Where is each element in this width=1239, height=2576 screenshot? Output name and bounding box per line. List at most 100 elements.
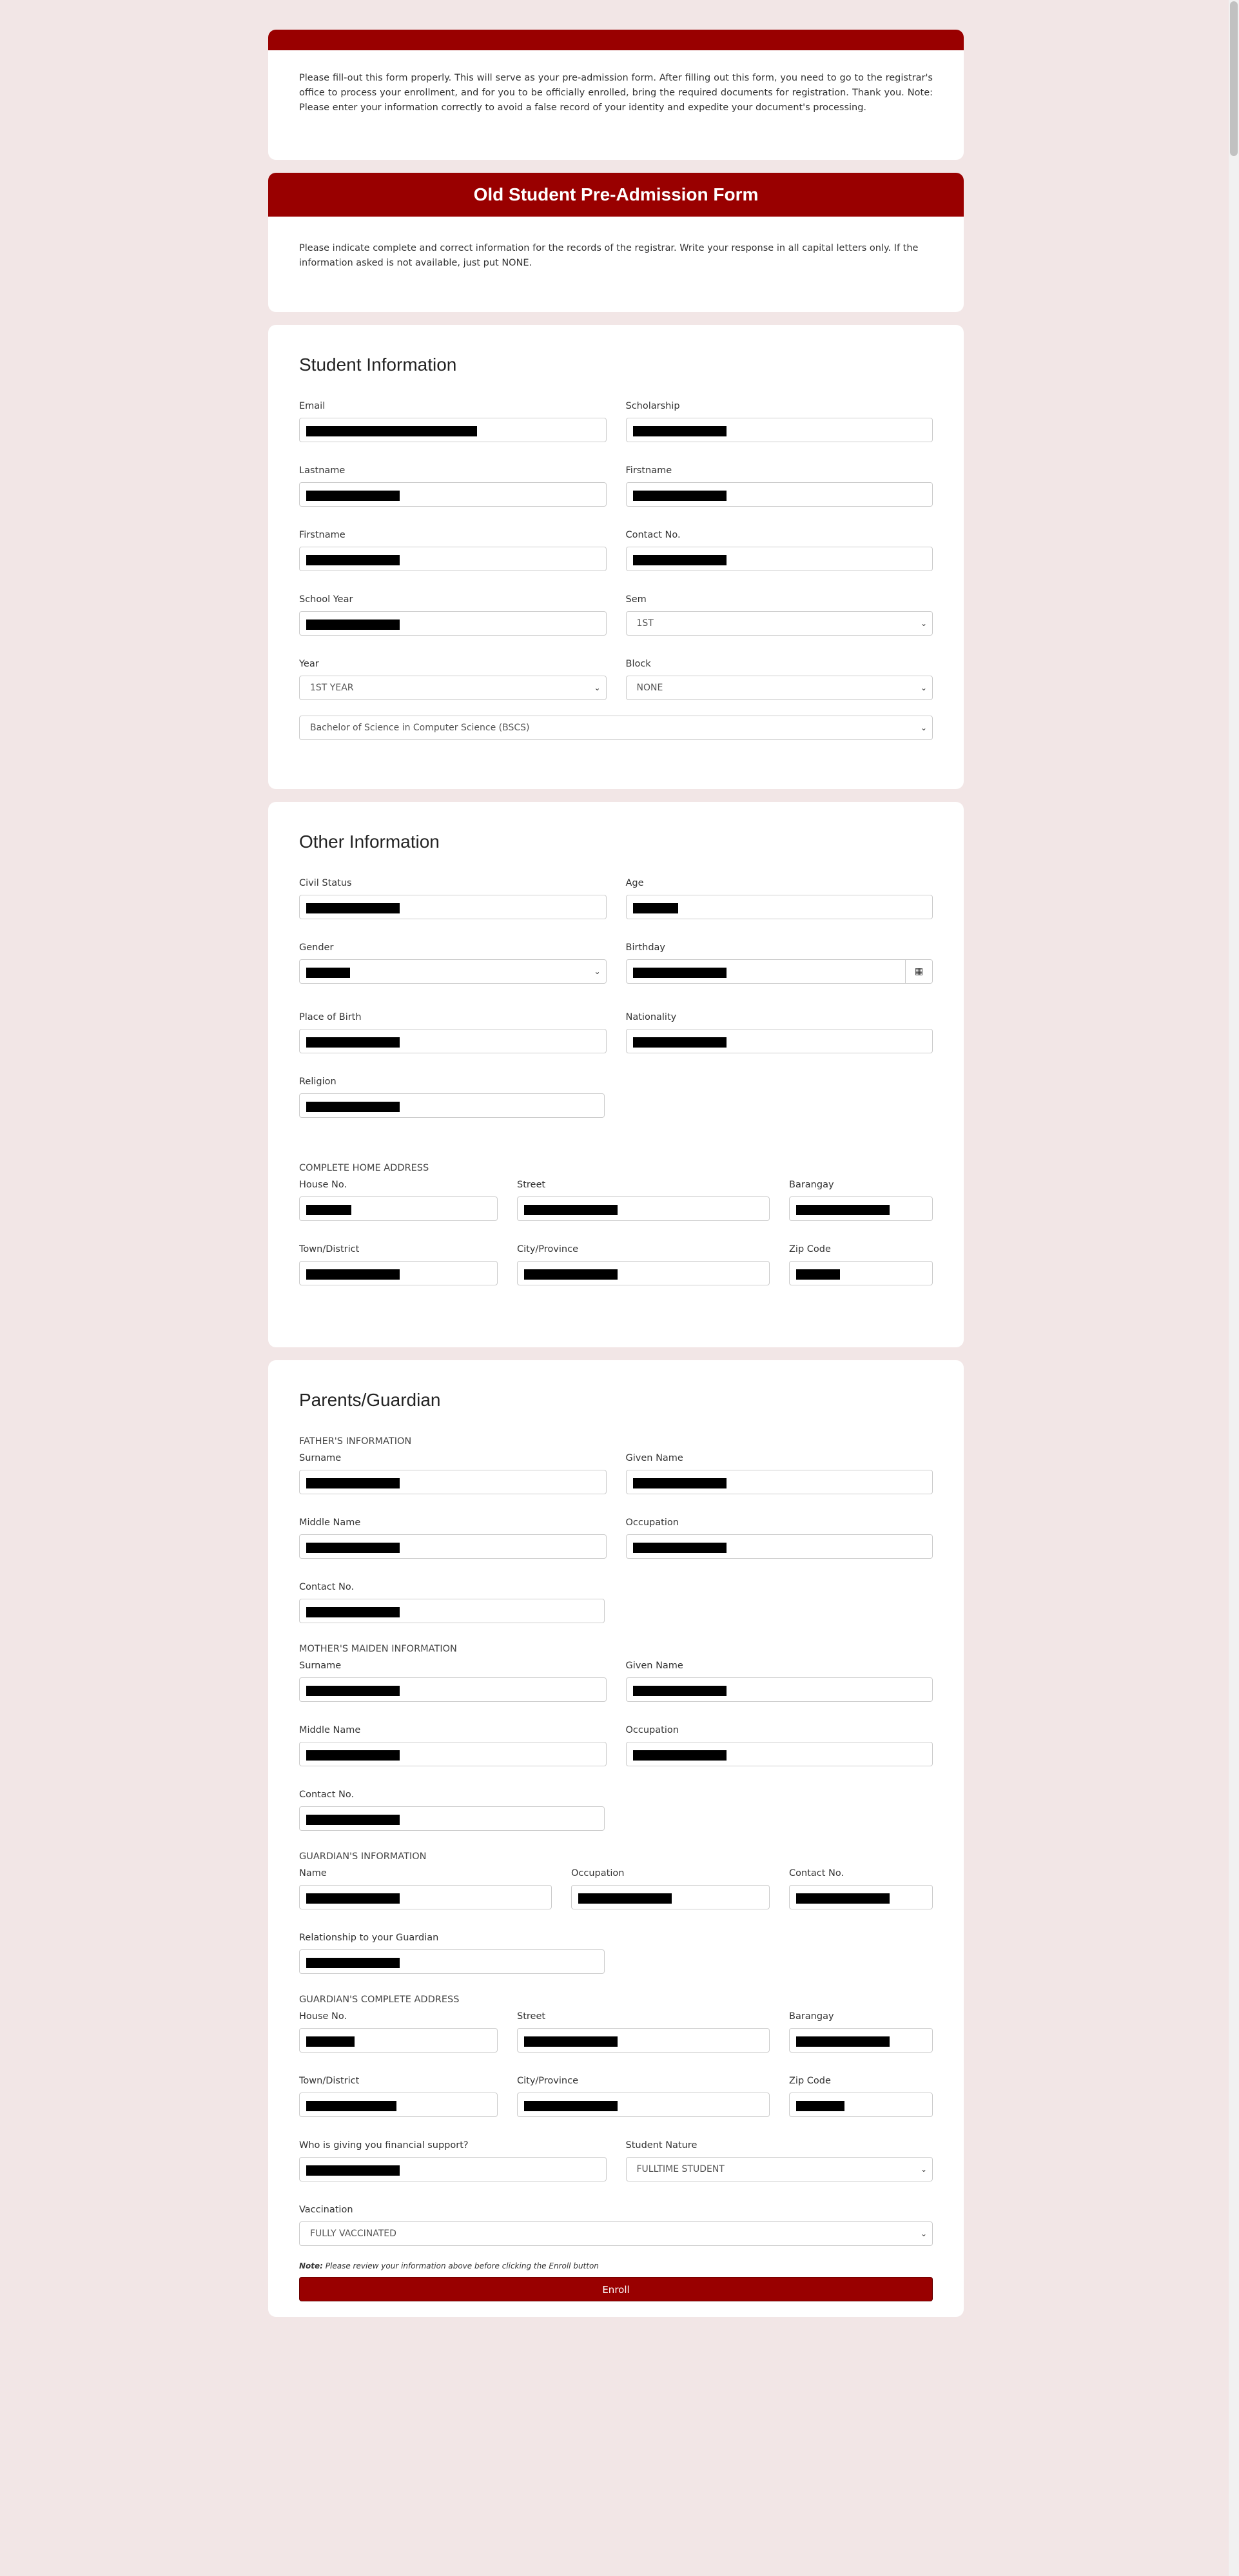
g-town-field[interactable] (299, 2092, 498, 2117)
redacted-value (306, 1101, 400, 1112)
g-zip-label: Zip Code (789, 2075, 831, 2086)
age-label: Age (625, 877, 644, 888)
g-house-no-field[interactable] (299, 2027, 498, 2053)
student-nature-select[interactable]: FULLTIME STUDENT ⌄ (625, 2156, 933, 2181)
age-field[interactable] (625, 894, 933, 919)
place-of-birth-field[interactable] (299, 1028, 607, 1053)
g-city-field[interactable] (517, 2092, 770, 2117)
intro-card: Please fill-out this form properly. This… (268, 30, 964, 160)
redacted-value (306, 1893, 400, 1904)
mother-middle-name-field[interactable] (299, 1741, 607, 1766)
g-house-no-label: House No. (299, 2011, 347, 2022)
chevron-down-icon: ⌄ (920, 2229, 927, 2238)
guardian-contact-field[interactable] (789, 1884, 933, 1909)
course-select[interactable]: Bachelor of Science in Computer Science … (299, 715, 933, 740)
g-street-label: Street (517, 2011, 546, 2022)
redacted-value (632, 1037, 727, 1048)
redacted-value (306, 2165, 400, 2176)
house-no-field[interactable] (299, 1196, 498, 1221)
place-of-birth-label: Place of Birth (299, 1011, 362, 1022)
scrollbar-thumb[interactable] (1230, 1, 1238, 156)
lastname-field[interactable] (299, 482, 607, 507)
civil-status-field[interactable] (299, 894, 607, 919)
street-label: Street (517, 1179, 546, 1190)
g-city-label: City/Province (517, 2075, 579, 2086)
firstname-field[interactable] (625, 482, 933, 507)
redacted-value (306, 1037, 400, 1048)
barangay-field[interactable] (789, 1196, 933, 1221)
redacted-value (306, 425, 477, 436)
town-field[interactable] (299, 1260, 498, 1285)
guardian-name-field[interactable] (299, 1884, 552, 1909)
vaccination-label: Vaccination (299, 2204, 353, 2215)
email-label: Email (299, 400, 326, 411)
barangay-label: Barangay (789, 1179, 834, 1190)
redacted-value (796, 1269, 840, 1280)
calendar-icon[interactable]: ▦ (905, 959, 932, 983)
g-street-field[interactable] (517, 2027, 770, 2053)
zip-label: Zip Code (789, 1244, 831, 1254)
scholarship-field[interactable] (625, 417, 933, 442)
g-zip-field[interactable] (789, 2092, 933, 2117)
gender-select[interactable]: ⌄ (299, 959, 607, 984)
father-contact-field[interactable] (299, 1598, 605, 1623)
mother-contact-label: Contact No. (299, 1789, 355, 1800)
parents-guardian-card: Parents/Guardian FATHER'S INFORMATION Su… (268, 1360, 964, 2317)
father-given-name-field[interactable] (625, 1469, 933, 1494)
page-scrollbar[interactable] (1229, 0, 1239, 2576)
redacted-value (632, 1478, 727, 1488)
mother-given-name-field[interactable] (625, 1677, 933, 1702)
father-surname-label: Surname (299, 1452, 342, 1463)
redacted-value (306, 2100, 396, 2111)
redacted-value (632, 425, 727, 436)
block-select[interactable]: NONE ⌄ (625, 675, 933, 700)
school-year-field[interactable] (299, 610, 607, 636)
year-label: Year (299, 658, 319, 669)
g-barangay-field[interactable] (789, 2027, 933, 2053)
financial-support-field[interactable] (299, 2156, 607, 2181)
page-container: Please fill-out this form properly. This… (268, 30, 964, 2330)
city-label: City/Province (517, 1244, 579, 1254)
vaccination-select[interactable]: FULLY VACCINATED ⌄ (299, 2221, 933, 2246)
father-surname-field[interactable] (299, 1469, 607, 1494)
mother-contact-field[interactable] (299, 1806, 605, 1831)
redacted-value (306, 903, 400, 913)
contact-label: Contact No. (625, 529, 681, 540)
contact-field[interactable] (625, 546, 933, 571)
city-field[interactable] (517, 1260, 770, 1285)
student-information-card: Student Information Email Scholarship La… (268, 324, 964, 789)
enroll-button[interactable]: Enroll (299, 2276, 933, 2301)
redacted-value (306, 1269, 400, 1280)
mother-occupation-field[interactable] (625, 1741, 933, 1766)
school-year-label: School Year (299, 594, 353, 605)
email-field[interactable] (299, 417, 607, 442)
relationship-field[interactable] (299, 1949, 605, 1974)
redacted-value (306, 2036, 355, 2047)
zip-field[interactable] (789, 1260, 933, 1285)
g-town-label: Town/District (299, 2075, 360, 2086)
firstname2-field[interactable] (299, 546, 607, 571)
redacted-value (632, 1542, 727, 1553)
year-value: 1ST YEAR (310, 682, 354, 693)
guardian-occupation-field[interactable] (571, 1884, 770, 1909)
nationality-field[interactable] (625, 1028, 933, 1053)
mother-surname-field[interactable] (299, 1677, 607, 1702)
sem-select[interactable]: 1ST ⌄ (625, 610, 933, 636)
guardian-address-label: GUARDIAN'S COMPLETE ADDRESS (299, 1994, 460, 2005)
father-info-label: FATHER'S INFORMATION (299, 1436, 412, 1447)
father-middle-name-field[interactable] (299, 1534, 607, 1559)
redacted-value (632, 490, 727, 501)
redacted-value (632, 554, 727, 565)
father-occupation-field[interactable] (625, 1534, 933, 1559)
financial-support-label: Who is giving you financial support? (299, 2140, 469, 2151)
redacted-value (524, 1204, 618, 1215)
redacted-value (306, 1750, 400, 1761)
intro-topbar (268, 30, 964, 50)
birthday-field[interactable]: ▦ (625, 959, 933, 984)
redacted-value (306, 1957, 400, 1968)
year-select[interactable]: 1ST YEAR ⌄ (299, 675, 607, 700)
sem-value: 1ST (636, 618, 654, 629)
redacted-value (796, 1893, 890, 1904)
street-field[interactable] (517, 1196, 770, 1221)
religion-field[interactable] (299, 1093, 605, 1118)
